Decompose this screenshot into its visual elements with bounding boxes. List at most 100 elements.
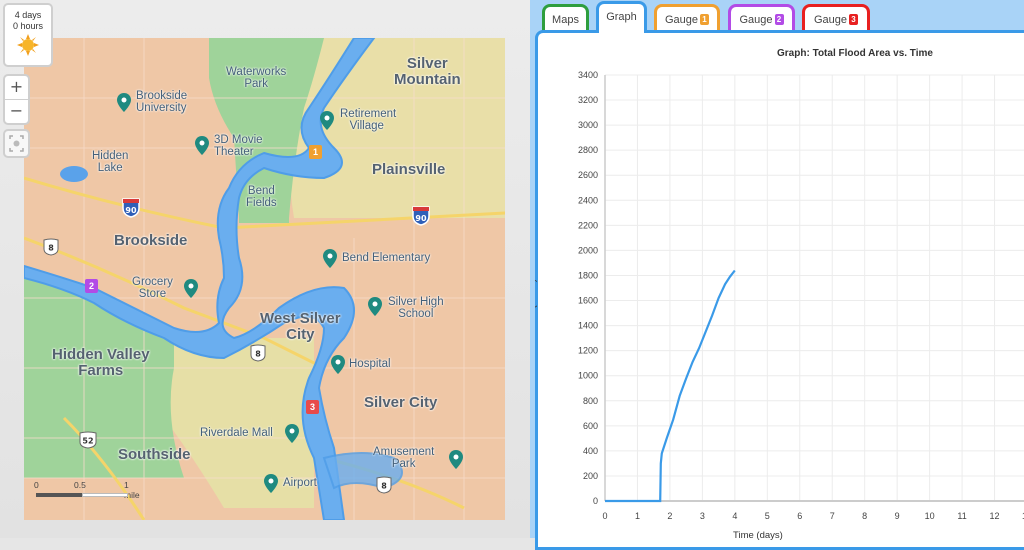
- y-tick-label: 1600: [578, 296, 598, 306]
- interstate-shield-icon: 90: [412, 206, 430, 226]
- x-tick-label: 3: [700, 511, 705, 521]
- tab-gauge-3[interactable]: Gauge 3: [802, 4, 870, 32]
- flood-map[interactable]: Silver Mountain Plainsville Brookside Wes…: [24, 38, 505, 520]
- gauge-marker-1[interactable]: 1: [309, 145, 322, 159]
- y-tick-label: 2800: [578, 145, 598, 155]
- feature-label-hidden-lake: Hidden Lake: [92, 150, 129, 175]
- y-tick-label: 1200: [578, 346, 598, 356]
- y-axis-label: Flood Area (acres): [535, 279, 538, 357]
- poi-label-hospital: Hospital: [349, 358, 391, 370]
- recenter-icon: [9, 135, 24, 152]
- x-tick-label: 11: [957, 511, 966, 521]
- x-tick-label: 10: [925, 511, 935, 521]
- map-pin-icon[interactable]: [449, 450, 463, 469]
- x-tick-label: 0: [602, 511, 607, 521]
- scale-label-half: 0.5: [74, 480, 86, 490]
- x-axis-ticks: 012345678910111213: [602, 511, 1024, 521]
- map-pin-icon[interactable]: [368, 297, 382, 316]
- area-label-southside: Southside: [118, 446, 191, 463]
- area-label-hidden-valley-farms: Hidden Valley Farms: [52, 346, 150, 379]
- y-tick-label: 200: [583, 471, 598, 481]
- y-tick-label: 2600: [578, 170, 598, 180]
- map-pin-icon[interactable]: [195, 136, 209, 155]
- poi-label-retirement-village: Retirement Village: [340, 108, 397, 133]
- x-tick-label: 4: [732, 511, 737, 521]
- map-pin-icon[interactable]: [117, 93, 131, 112]
- time-days: 4 days: [14, 10, 42, 20]
- zoom-out-button[interactable]: −: [5, 99, 28, 123]
- area-label-plainsville: Plainsville: [372, 161, 446, 178]
- poi-label-bend-elementary: Bend Elementary: [342, 252, 431, 264]
- area-label-brookside: Brookside: [114, 232, 188, 249]
- gauge-badge-3: 3: [849, 14, 859, 25]
- x-tick-label: 1: [635, 511, 640, 521]
- y-tick-label: 2000: [578, 245, 598, 255]
- y-tick-label: 3200: [578, 95, 598, 105]
- map-pin-icon[interactable]: [331, 355, 345, 374]
- map-pin-icon[interactable]: [285, 424, 299, 443]
- route-number: 8: [381, 482, 387, 491]
- map-view: Silver Mountain Plainsville Brookside Wes…: [0, 0, 530, 538]
- scale-bar-dark: [36, 493, 82, 497]
- y-tick-label: 600: [583, 421, 598, 431]
- feature-label-waterworks-park: Waterworks Park: [226, 66, 287, 91]
- y-tick-label: 0: [593, 496, 598, 506]
- y-tick-label: 1000: [578, 371, 598, 381]
- poi-label-grocery-store: Grocery Store: [132, 276, 173, 301]
- map-pin-icon[interactable]: [323, 249, 337, 268]
- us-route-shield-icon: 8: [376, 476, 392, 494]
- y-tick-label: 1400: [578, 321, 598, 331]
- scale-label-0: 0: [34, 480, 39, 490]
- recenter-button[interactable]: [3, 129, 30, 158]
- gauge-marker-3[interactable]: 3: [306, 400, 319, 414]
- x-tick-label: 12: [990, 511, 1000, 521]
- us-route-shield-icon: 52: [79, 431, 97, 449]
- route-number: 52: [82, 437, 93, 446]
- gauge-marker-2[interactable]: 2: [85, 279, 98, 293]
- tab-gauge-2[interactable]: Gauge 2: [728, 4, 795, 32]
- y-tick-label: 2200: [578, 220, 598, 230]
- time-display: 4 days 0 hours: [3, 3, 53, 67]
- interstate-shield-icon: 90: [122, 198, 140, 218]
- scale-label-mile: 1 mile: [124, 480, 140, 500]
- graph-panel: Graph: Total Flood Area vs. Time 0 200 400…: [535, 30, 1024, 550]
- y-tick-label: 400: [583, 446, 598, 456]
- area-label-silver-mountain: Silver Mountain: [394, 55, 461, 88]
- right-panel: Maps Graph Gauge 1 Gauge 2 Gauge 3 Graph: T…: [530, 0, 1024, 550]
- poi-label-3d-movie-theater: 3D Movie Theater: [214, 134, 263, 159]
- scale-bar-light: [82, 493, 128, 497]
- zoom-in-button[interactable]: +: [5, 76, 28, 99]
- interstate-number: 90: [415, 214, 427, 223]
- area-label-west-silver-city: West Silver City: [260, 310, 341, 343]
- us-route-shield-icon: 8: [250, 344, 266, 362]
- tab-maps[interactable]: Maps: [542, 4, 589, 32]
- us-route-shield-icon: 8: [43, 238, 59, 256]
- map-pin-icon[interactable]: [184, 279, 198, 298]
- poi-label-airport: Airport: [283, 477, 317, 489]
- x-tick-label: 8: [862, 511, 867, 521]
- map-pin-icon[interactable]: [320, 111, 334, 130]
- poi-label-brookside-university: Brookside University: [136, 90, 188, 115]
- gauge-badge-1: 1: [700, 14, 710, 25]
- sun-icon: [17, 34, 39, 56]
- poi-label-riverdale-mall: Riverdale Mall: [200, 427, 273, 439]
- flood-area-chart: 0 200 400 600 800 1000 1200 1400 1600 1800 2000 220…: [535, 70, 1024, 540]
- y-tick-label: 800: [583, 396, 598, 406]
- area-label-silver-city: Silver City: [364, 394, 438, 411]
- tab-graph[interactable]: Graph: [596, 1, 647, 33]
- y-tick-label: 3400: [578, 70, 598, 80]
- map-pin-icon[interactable]: [264, 474, 278, 493]
- x-tick-label: 5: [765, 511, 770, 521]
- y-tick-label: 2400: [578, 195, 598, 205]
- route-number: 8: [255, 350, 261, 359]
- x-tick-label: 6: [797, 511, 802, 521]
- scale-bar: 0 0.5 1 mile: [34, 480, 140, 510]
- tab-gauge-1[interactable]: Gauge 1: [654, 4, 720, 32]
- time-hours: 0 hours: [12, 21, 44, 31]
- feature-label-bend-fields: Bend Fields: [246, 185, 277, 210]
- x-tick-label: 9: [895, 511, 900, 521]
- interstate-number: 90: [125, 206, 137, 215]
- poi-label-silver-high-school: Silver High School: [388, 296, 444, 321]
- y-axis-ticks: 0 200 400 600 800 1000 1200 1400 1600 1800 2000 220…: [578, 70, 598, 506]
- x-axis-label: Time (days): [733, 530, 783, 540]
